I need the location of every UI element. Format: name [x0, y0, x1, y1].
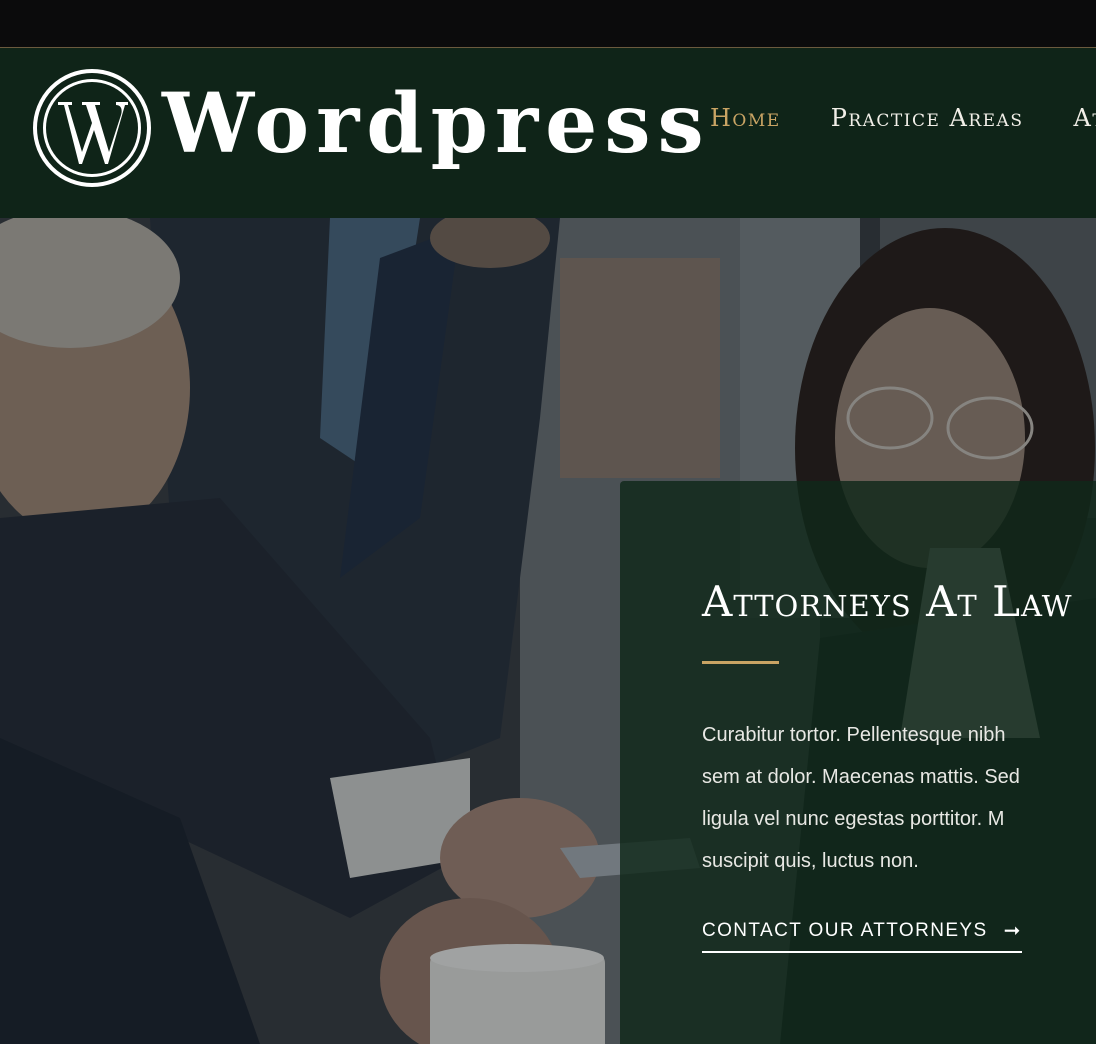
hero-content-panel: Attorneys At Law Curabitur tortor. Pelle…	[620, 481, 1096, 1044]
nav-item-practice-areas[interactable]: Practice Areas	[831, 104, 1024, 132]
contact-attorneys-link[interactable]: CONTACT OUR ATTORNEYS ➞	[702, 918, 1022, 953]
site-logo-text: Wordpress	[162, 76, 711, 172]
hero-description-line: suscipit quis, luctus non.	[702, 850, 919, 872]
contact-attorneys-label: CONTACT OUR ATTORNEYS	[702, 919, 988, 941]
top-bar	[0, 0, 1096, 48]
title-divider	[702, 661, 779, 664]
hero-description-line: sem at dolor. Maecenas mattis. Sed	[702, 766, 1020, 788]
site-logo[interactable]: Wordpress	[32, 68, 711, 188]
arrow-right-icon: ➞	[1003, 920, 1022, 942]
hero-title: Attorneys At Law	[702, 577, 1073, 626]
wordpress-logo-icon	[33, 69, 151, 187]
site-header: Wordpress Home Practice Areas At	[0, 48, 1096, 218]
hero-description-line: ligula vel nunc egestas porttitor. M	[702, 808, 1005, 830]
nav-item-home[interactable]: Home	[710, 104, 781, 132]
hero-description: Curabitur tortor. Pellentesque nibh sem …	[702, 714, 1096, 882]
hero-section: Attorneys At Law Curabitur tortor. Pelle…	[0, 218, 1096, 1044]
nav-item-attorneys[interactable]: At	[1073, 104, 1096, 132]
main-nav: Home Practice Areas At	[710, 104, 1096, 132]
hero-description-line: Curabitur tortor. Pellentesque nibh	[702, 724, 1006, 746]
